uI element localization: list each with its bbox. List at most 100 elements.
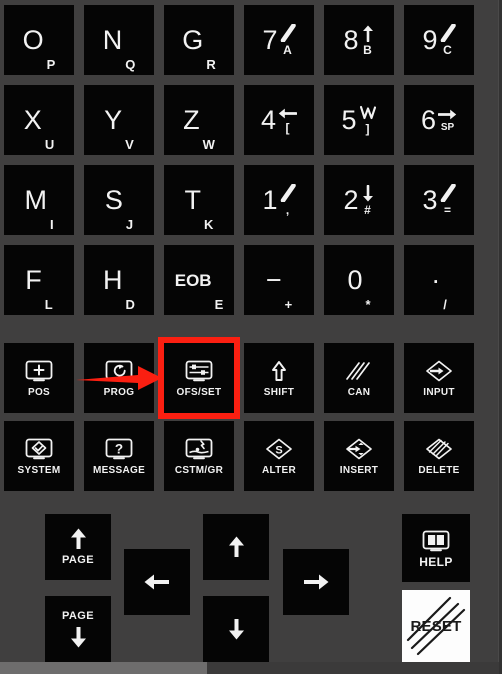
key-secondary-label: Q	[125, 57, 136, 72]
key-reset[interactable]: RESET	[402, 590, 470, 662]
key-h-d[interactable]: HD	[84, 245, 154, 315]
screen-diamond-icon	[22, 436, 56, 462]
key-dot-slash[interactable]: · /	[404, 245, 474, 315]
key-primary-label: Y	[104, 104, 123, 135]
key-primary-label: −	[265, 264, 282, 295]
key-secondary-stack: [	[278, 107, 298, 135]
key-secondary-stack: A	[280, 24, 296, 56]
key-secondary-stack: ]	[359, 105, 377, 135]
key-delete[interactable]: DELETE	[404, 421, 474, 491]
key-primary-label: Z	[183, 104, 200, 135]
key-cursor-down[interactable]	[203, 596, 269, 662]
arrow-up-bar-icon	[361, 25, 375, 42]
key-cursor-right[interactable]	[283, 549, 349, 615]
key-primary-label: G	[182, 24, 204, 55]
key-y-v[interactable]: YV	[84, 85, 154, 155]
key-label: OFS/SET	[176, 387, 222, 398]
key-8-b[interactable]: 8B	[324, 5, 394, 75]
key-primary-label: X	[23, 104, 42, 135]
key-input[interactable]: INPUT	[404, 343, 474, 413]
key-1-comma[interactable]: 1,	[244, 165, 314, 235]
key-primary-label: N	[102, 24, 123, 55]
key-2-hash[interactable]: 2 #	[324, 165, 394, 235]
diamond-insert-icon	[342, 436, 376, 462]
key-primary-label: ·	[431, 264, 441, 295]
key-secondary-label: *	[365, 297, 371, 312]
key-label: DELETE	[418, 465, 460, 476]
slash-stroke-icon	[280, 184, 296, 202]
key-4-bracket-open[interactable]: 4[	[244, 85, 314, 155]
diamond-arrow-in-icon	[422, 358, 456, 384]
key-5-bracket-close[interactable]: 5]	[324, 85, 394, 155]
key-primary-label: S	[104, 184, 123, 215]
key-cursor-up[interactable]	[203, 514, 269, 580]
key-cursor-left[interactable]	[124, 549, 190, 615]
key-secondary-label: K	[204, 217, 214, 232]
key-n-q[interactable]: NQ	[84, 5, 154, 75]
arrow-up-icon	[70, 528, 87, 550]
key-primary-label: EOB	[174, 270, 212, 290]
key-g-r[interactable]: GR	[164, 5, 234, 75]
key-m-i[interactable]: MI	[4, 165, 74, 235]
key-cstm-gr[interactable]: CSTM/GR	[164, 421, 234, 491]
key-message[interactable]: ? MESSAGE	[84, 421, 154, 491]
key-secondary-stack: C	[440, 24, 456, 56]
horizontal-scrollbar-thumb[interactable]	[0, 662, 207, 674]
key-can[interactable]: CAN	[324, 343, 394, 413]
key-primary-label: H	[103, 264, 123, 295]
key-primary-label: M	[24, 184, 47, 215]
key-prog[interactable]: PROG	[84, 343, 154, 413]
arrow-up-outline-icon	[262, 358, 296, 384]
key-primary-label: 3	[422, 184, 438, 215]
key-minus-plus[interactable]: − +	[244, 245, 314, 315]
key-eob-e[interactable]: EOB E	[164, 245, 234, 315]
svg-text:?: ?	[115, 441, 123, 456]
key-primary-label: 7	[262, 24, 278, 55]
key-z-w[interactable]: ZW	[164, 85, 234, 155]
key-shift[interactable]: SHIFT	[244, 343, 314, 413]
slash-stroke-icon	[440, 184, 456, 202]
key-secondary-label: #	[364, 202, 371, 217]
key-pos[interactable]: POS	[4, 343, 74, 413]
key-f-l[interactable]: FL	[4, 245, 74, 315]
key-label: PROG	[103, 387, 135, 398]
key-0-asterisk[interactable]: 0 *	[324, 245, 394, 315]
key-9-c[interactable]: 9C	[404, 5, 474, 75]
diamond-delete-icon	[422, 436, 456, 462]
arrow-right-icon	[303, 573, 329, 591]
key-secondary-label: A	[283, 43, 292, 57]
key-page-up[interactable]: PAGE	[45, 514, 111, 580]
key-primary-label: 4	[260, 104, 277, 135]
key-t-k[interactable]: TK	[164, 165, 234, 235]
key-page-down[interactable]: PAGE	[45, 596, 111, 662]
key-x-u[interactable]: XU	[4, 85, 74, 155]
key-primary-label: 1	[262, 184, 278, 215]
key-insert[interactable]: INSERT	[324, 421, 394, 491]
key-label: ALTER	[261, 465, 297, 476]
key-secondary-label: [	[285, 120, 290, 135]
slash-stroke-icon	[280, 24, 296, 42]
key-system[interactable]: SYSTEM	[4, 421, 74, 491]
key-label: MESSAGE	[92, 465, 146, 476]
key-secondary-stack: B	[361, 25, 375, 56]
arrow-up-icon	[228, 536, 245, 558]
key-label: INPUT	[423, 387, 455, 398]
arrow-zigzag-icon	[359, 105, 377, 121]
key-3-equals[interactable]: 3 =	[404, 165, 474, 235]
arrow-left-icon	[144, 573, 170, 591]
key-primary-label: F	[25, 264, 42, 295]
key-secondary-label: C	[443, 43, 452, 57]
key-secondary-label: R	[206, 57, 216, 72]
key-s-j[interactable]: SJ	[84, 165, 154, 235]
key-alter[interactable]: S ALTER	[244, 421, 314, 491]
key-primary-label: 8	[343, 24, 359, 55]
key-ofs-set[interactable]: OFS/SET	[158, 337, 240, 419]
key-6-sp[interactable]: 6 SP	[404, 85, 474, 155]
key-7-a[interactable]: 7A	[244, 5, 314, 75]
key-label: INSERT	[339, 465, 379, 476]
key-label: SHIFT	[263, 387, 295, 398]
arrow-down-icon	[228, 618, 245, 640]
key-o-p[interactable]: OP	[4, 5, 74, 75]
key-help[interactable]: HELP	[402, 514, 470, 582]
horizontal-scrollbar-track[interactable]	[0, 662, 499, 674]
